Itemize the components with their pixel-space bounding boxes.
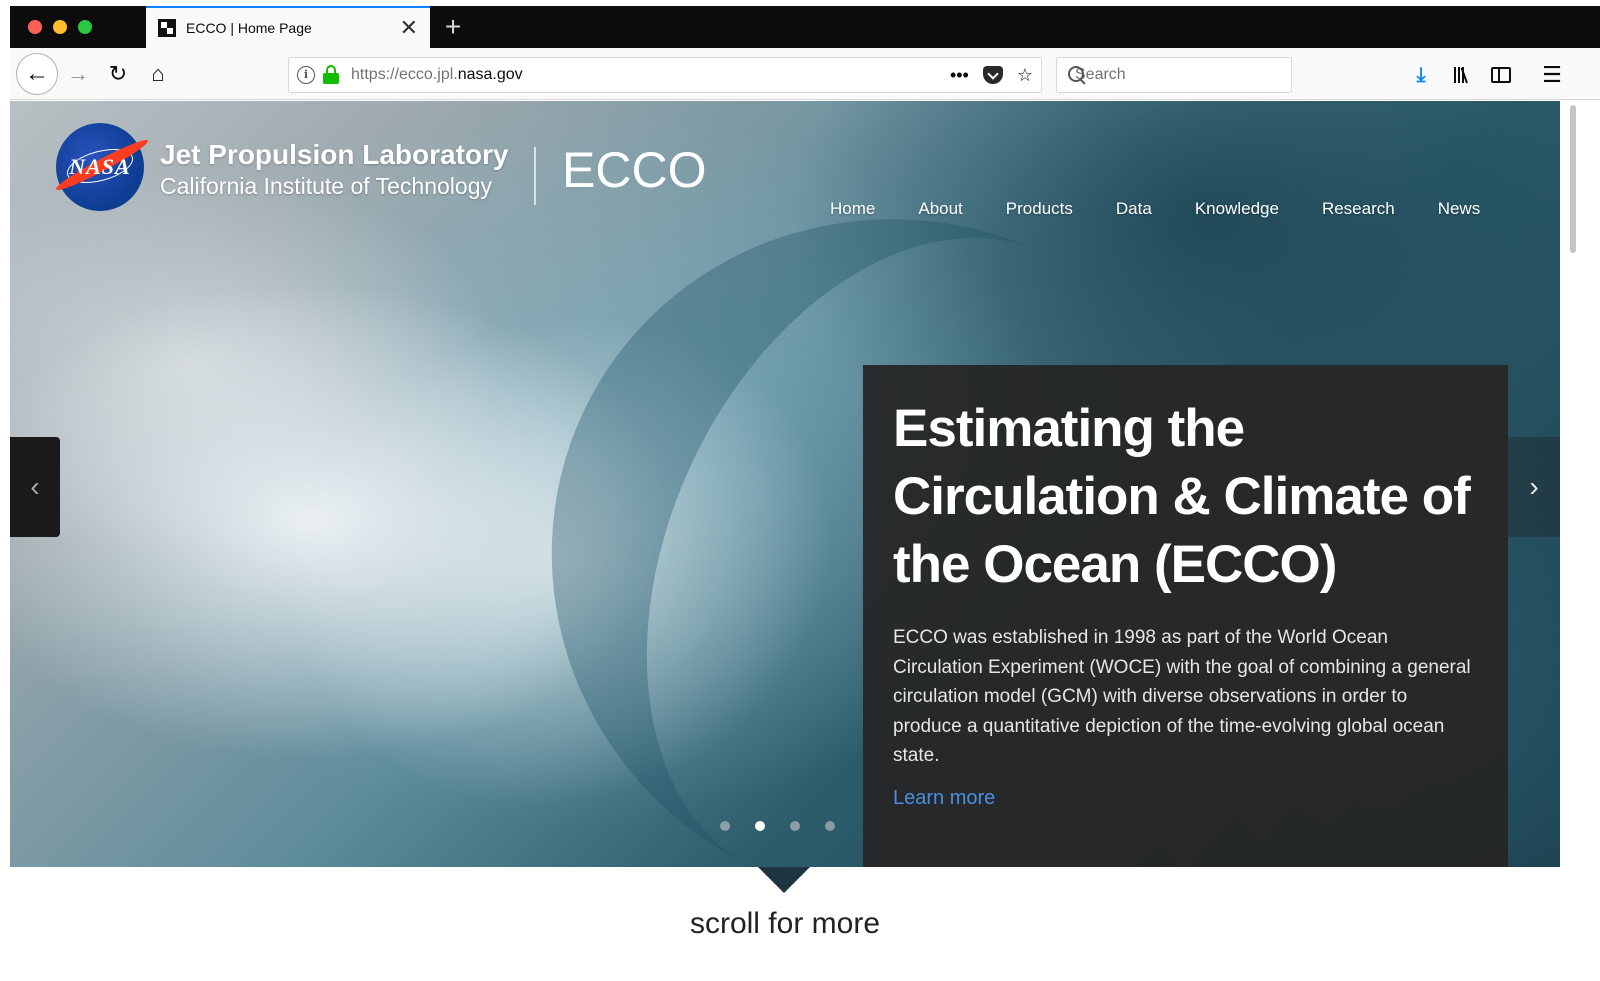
lock-icon[interactable]: [323, 65, 339, 85]
nav-knowledge[interactable]: Knowledge: [1195, 199, 1279, 219]
url-text[interactable]: https://ecco.jpl.nasa.gov: [351, 66, 950, 84]
learn-more-link[interactable]: Learn more: [893, 787, 995, 810]
search-input[interactable]: [1075, 66, 1282, 84]
carousel-dot-2[interactable]: [755, 821, 765, 831]
site-header: NASA Jet Propulsion Laboratory Californi…: [10, 101, 1560, 241]
ecco-favicon-icon: [158, 19, 176, 37]
nasa-logo-text: NASA: [69, 154, 131, 179]
carousel-dot-4[interactable]: [825, 821, 835, 831]
url-bar[interactable]: i https://ecco.jpl.nasa.gov ••• ☆: [288, 57, 1042, 93]
header-divider: [534, 147, 536, 205]
nav-home[interactable]: Home: [830, 199, 875, 219]
site-info-icon[interactable]: i: [297, 66, 315, 84]
url-prefix: https://ecco.jpl.: [351, 66, 458, 83]
carousel-dot-3[interactable]: [790, 821, 800, 831]
nasa-logo[interactable]: NASA: [53, 123, 151, 211]
scrollbar-thumb[interactable]: [1570, 105, 1576, 253]
hero-info-panel: Estimating the Circulation & Climate of …: [863, 365, 1508, 867]
search-bar[interactable]: [1056, 57, 1292, 93]
tab-ecco-home[interactable]: ECCO | Home Page ✕: [146, 6, 430, 48]
sidebar-toggle-icon[interactable]: [1486, 60, 1516, 90]
jpl-subtitle[interactable]: California Institute of Technology: [160, 173, 492, 200]
tab-strip: ECCO | Home Page ✕ +: [10, 6, 1600, 48]
carousel-dot-1[interactable]: [720, 821, 730, 831]
url-actions: ••• ☆: [950, 65, 1033, 86]
page-scrollbar[interactable]: [1560, 101, 1600, 981]
window-zoom-button[interactable]: [78, 20, 92, 34]
hero-carousel: NASA Jet Propulsion Laboratory Californi…: [10, 101, 1560, 867]
site-title[interactable]: ECCO: [562, 141, 706, 199]
nav-research[interactable]: Research: [1322, 199, 1395, 219]
url-domain: nasa.gov: [457, 66, 523, 83]
navigation-toolbar: ← → ↻ ⌂ i https://ecco.jpl.nasa.gov ••• …: [10, 48, 1600, 100]
new-tab-button[interactable]: +: [438, 10, 468, 44]
carousel-next-button[interactable]: ›: [1508, 437, 1560, 537]
nav-products[interactable]: Products: [1006, 199, 1073, 219]
pocket-icon[interactable]: [982, 66, 1003, 84]
nav-about[interactable]: About: [918, 199, 962, 219]
tab-close-icon[interactable]: ✕: [400, 17, 418, 39]
hero-heading: Estimating the Circulation & Climate of …: [893, 399, 1471, 594]
nav-data[interactable]: Data: [1116, 199, 1152, 219]
home-button[interactable]: ⌂: [142, 58, 174, 90]
carousel-prev-button[interactable]: ‹: [10, 437, 60, 537]
scroll-down-arrow-icon: [758, 867, 810, 893]
page-actions-icon[interactable]: •••: [950, 65, 969, 86]
download-icon[interactable]: ⤓: [1406, 60, 1436, 90]
carousel-indicators: [720, 821, 835, 831]
hamburger-menu-icon[interactable]: ☰: [1537, 60, 1567, 90]
nav-news[interactable]: News: [1438, 199, 1481, 219]
web-page: NASA Jet Propulsion Laboratory Californi…: [10, 101, 1560, 981]
back-button[interactable]: ←: [16, 53, 58, 95]
jpl-name[interactable]: Jet Propulsion Laboratory: [160, 139, 509, 171]
tab-title: ECCO | Home Page: [186, 20, 312, 36]
bookmark-star-icon[interactable]: ☆: [1017, 65, 1033, 86]
window-close-button[interactable]: [28, 20, 42, 34]
library-icon[interactable]: [1446, 60, 1476, 90]
browser-window: ECCO | Home Page ✕ + ← → ↻ ⌂ i https://e…: [10, 6, 1600, 981]
forward-button[interactable]: →: [62, 58, 94, 90]
scroll-for-more-link[interactable]: scroll for more: [10, 907, 1560, 941]
hero-body: ECCO was established in 1998 as part of …: [893, 627, 1471, 766]
main-nav: Home About Products Data Knowledge Resea…: [830, 199, 1480, 219]
reload-button[interactable]: ↻: [102, 58, 134, 90]
window-minimize-button[interactable]: [53, 20, 67, 34]
